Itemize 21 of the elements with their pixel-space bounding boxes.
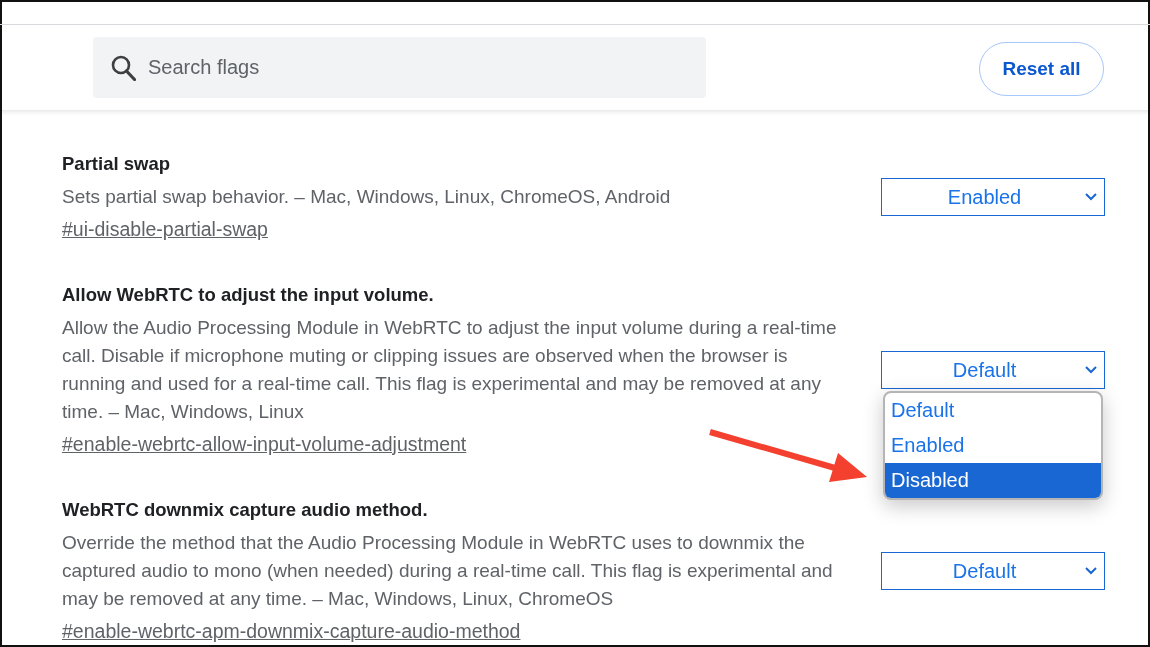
chevron-down-icon	[1085, 366, 1097, 374]
flag-title: Partial swap	[62, 154, 170, 174]
dropdown-option[interactable]: Default	[885, 393, 1101, 428]
flag-anchor-link[interactable]: #enable-webrtc-allow-input-volume-adjustment	[62, 433, 467, 455]
flag-select[interactable]: Default	[881, 552, 1105, 590]
flag-select[interactable]: Enabled	[881, 178, 1105, 216]
flag-title: WebRTC downmix capture audio method.	[62, 500, 428, 520]
flag-description: Override the method that the Audio Processing Module in WebRTC uses to downmix the captured audio to mono (when needed) during a real-time call. This flag is experimental and may be removed at any time. – Mac, Windows, Linux, ChromeOS	[62, 531, 834, 611]
flag-description: Allow the Audio Processing Module in WebRTC to adjust the input volume during a real-time call. Disable if microphone muting or clipping issues are observed when the browser is running and used for a real-time call. This flag is experimental and may be removed at any time. – Mac, Windows, Linux	[62, 316, 838, 424]
flag-title: Allow WebRTC to adjust the input volume.	[62, 285, 434, 305]
dropdown-option[interactable]: Enabled	[885, 428, 1101, 463]
flag-description: Sets partial swap behavior. – Mac, Windows, Linux, ChromeOS, Android	[62, 185, 672, 209]
flag-select[interactable]: Default	[881, 351, 1105, 389]
flag-anchor-link[interactable]: #ui-disable-partial-swap	[62, 218, 268, 240]
chevron-down-icon	[1085, 193, 1097, 201]
search-icon	[111, 55, 136, 81]
chevron-down-icon	[1085, 567, 1097, 575]
dropdown-option[interactable]: Disabled	[885, 463, 1101, 498]
search-field[interactable]: Search flags	[93, 37, 706, 98]
flag-anchor-link[interactable]: #enable-webrtc-apm-downmix-capture-audio-method	[62, 620, 521, 642]
reset-all-button[interactable]: Reset all	[979, 41, 1104, 96]
